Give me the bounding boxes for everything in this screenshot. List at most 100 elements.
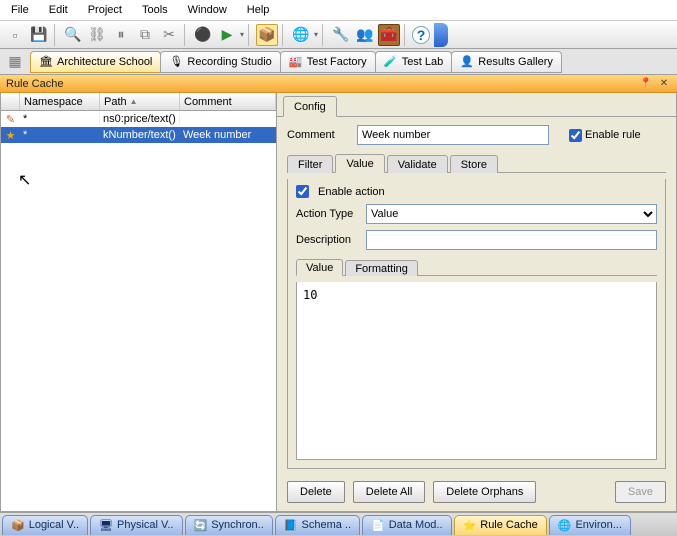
bottom-tab-physical-view[interactable]: 🖥Physical V..	[90, 515, 182, 535]
bottom-tab-logical-view[interactable]: 📦Logical V..	[2, 515, 88, 535]
close-icon[interactable]: ✕	[657, 77, 671, 91]
bottom-tab-schema[interactable]: 📘Schema ..	[275, 515, 360, 535]
menu-window[interactable]: Window	[179, 1, 236, 19]
subtab-filter[interactable]: Filter	[287, 155, 333, 173]
delete-orphans-button[interactable]: Delete Orphans	[433, 481, 536, 503]
bottom-tab-environ[interactable]: 🌐Environ...	[549, 515, 631, 535]
link-icon[interactable]: ⛓	[86, 24, 108, 46]
cut-icon[interactable]: ✂	[158, 24, 180, 46]
toolbar-sep-4	[282, 24, 286, 46]
panel-title: Rule Cache	[6, 78, 63, 90]
perspective-label: Architecture School	[57, 56, 152, 68]
cell-path: ns0:price/text()	[100, 113, 180, 125]
delete-button[interactable]: Delete	[287, 481, 345, 503]
save-icon[interactable]: 💾	[28, 24, 50, 46]
value-tab-formatting[interactable]: Formatting	[345, 260, 418, 276]
perspective-architecture-school[interactable]: 🏛 Architecture School	[30, 51, 161, 73]
tab-config[interactable]: Config	[283, 96, 337, 117]
col-header-namespace[interactable]: Namespace	[20, 93, 100, 110]
briefcase-icon[interactable]: 🧰	[378, 24, 400, 46]
col-header-icon[interactable]	[1, 93, 20, 110]
copy-icon[interactable]: ⧉	[134, 24, 156, 46]
description-label: Description	[296, 234, 360, 246]
subtab-store[interactable]: Store	[450, 155, 498, 173]
enable-rule-toggle[interactable]: Enable rule	[569, 129, 641, 142]
perspective-switcher-icon[interactable]: ▦	[4, 51, 26, 73]
main-area: ↖ Rule Cache 📍 ✕ Namespace Path ▲ Commen…	[0, 75, 677, 512]
enable-action-toggle[interactable]: Enable action	[296, 185, 657, 198]
sync-icon: 🔄	[194, 519, 208, 532]
menu-help[interactable]: Help	[238, 1, 279, 19]
comment-label: Comment	[287, 129, 351, 141]
table-body: ✎ * ns0:price/text() ★ * kNumber/text() …	[1, 111, 276, 511]
flask-icon: 🧪	[384, 55, 398, 69]
table-row[interactable]: ★ * kNumber/text() Week number	[1, 127, 276, 143]
doc-icon: 📄	[371, 519, 385, 532]
perspective-label: Recording Studio	[187, 56, 271, 68]
help-icon[interactable]: ?	[412, 26, 430, 44]
bottom-tab-rule-cache[interactable]: ⭐Rule Cache	[454, 515, 547, 535]
panel-titlebar: Rule Cache 📍 ✕	[0, 75, 677, 93]
button-row: Delete Delete All Delete Orphans Save	[287, 475, 666, 503]
enable-rule-label: Enable rule	[585, 129, 641, 141]
play-icon[interactable]: ▶	[216, 24, 238, 46]
enable-action-checkbox[interactable]	[296, 185, 309, 198]
action-type-select[interactable]: Value	[366, 204, 657, 224]
mic-icon: 🎙	[169, 55, 183, 69]
value-tab-value[interactable]: Value	[296, 259, 343, 276]
new-icon[interactable]: ▫	[4, 24, 26, 46]
cell-namespace: *	[20, 129, 100, 141]
col-header-path[interactable]: Path ▲	[100, 93, 180, 110]
delete-all-button[interactable]: Delete All	[353, 481, 425, 503]
globe-icon: 🌐	[558, 519, 572, 532]
subtab-validate[interactable]: Validate	[387, 155, 448, 173]
perspective-results-gallery[interactable]: 👤 Results Gallery	[451, 51, 562, 73]
menu-project[interactable]: Project	[79, 1, 131, 19]
globe-icon[interactable]: 🌐	[290, 24, 312, 46]
rule-subtabs: Filter Value Validate Store	[287, 151, 666, 173]
toolbar-sep-5	[322, 24, 326, 46]
save-button: Save	[615, 481, 666, 503]
record-icon[interactable]: ⚫	[192, 24, 214, 46]
menu-edit[interactable]: Edit	[40, 1, 77, 19]
menu-tools[interactable]: Tools	[133, 1, 177, 19]
cell-comment: Week number	[180, 129, 276, 141]
perspective-test-factory[interactable]: 🏭 Test Factory	[280, 51, 376, 73]
perspective-label: Test Lab	[402, 56, 444, 68]
perspective-label: Results Gallery	[478, 56, 553, 68]
table-row[interactable]: ✎ * ns0:price/text()	[1, 111, 276, 127]
package-icon[interactable]: 📦	[256, 24, 278, 46]
toolbar: ▫ 💾 🔍 ⛓ ⏸ ⧉ ✂ ⚫ ▶ ▾ 📦 🌐 ▾ 🔧 👥 🧰 ?	[0, 21, 677, 49]
rule-table: Namespace Path ▲ Comment ✎ * ns0:price/t…	[0, 93, 277, 512]
pencil-icon: ✎	[6, 113, 15, 126]
config-tabs: Config	[277, 93, 676, 117]
pin-icon[interactable]: 📍	[639, 77, 653, 91]
perspective-recording-studio[interactable]: 🎙 Recording Studio	[160, 51, 280, 73]
bottom-tab-data-mod[interactable]: 📄Data Mod..	[362, 515, 452, 535]
value-subtabs: Value Formatting	[296, 256, 657, 276]
cell-path: kNumber/text()	[100, 129, 180, 141]
menu-file[interactable]: File	[2, 1, 38, 19]
pause-icon[interactable]: ⏸	[110, 24, 132, 46]
search-icon[interactable]: 🔍	[62, 24, 84, 46]
cube-icon: 📦	[11, 519, 25, 532]
enable-rule-checkbox[interactable]	[569, 129, 582, 142]
table-header: Namespace Path ▲ Comment	[1, 93, 276, 111]
wrench-icon[interactable]: 🔧	[330, 24, 352, 46]
users-icon[interactable]: 👥	[354, 24, 376, 46]
bottom-tabs: 📦Logical V.. 🖥Physical V.. 🔄Synchron.. 📘…	[0, 512, 677, 536]
perspective-label: Test Factory	[307, 56, 367, 68]
toolbar-sep-6	[404, 24, 408, 46]
toolbar-sep-2	[184, 24, 188, 46]
subtab-value[interactable]: Value	[335, 154, 384, 173]
col-header-path-label: Path	[104, 96, 127, 108]
perspective-test-lab[interactable]: 🧪 Test Lab	[375, 51, 453, 73]
star-icon: ⭐	[463, 519, 477, 532]
bottom-tab-synchron[interactable]: 🔄Synchron..	[185, 515, 273, 535]
enable-action-label: Enable action	[318, 186, 385, 198]
col-header-comment[interactable]: Comment	[180, 93, 276, 110]
comment-input[interactable]	[357, 125, 549, 145]
toolbar-overflow[interactable]	[434, 23, 448, 47]
value-textarea[interactable]: 10	[296, 282, 657, 460]
description-input[interactable]	[366, 230, 657, 250]
